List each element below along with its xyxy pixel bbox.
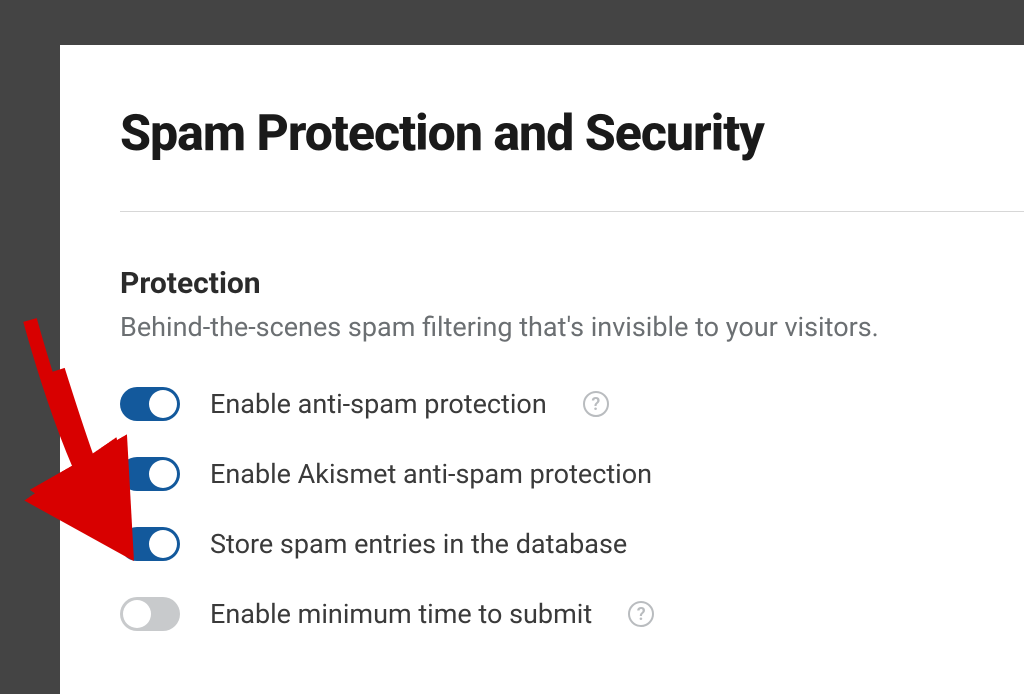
- option-label: Enable minimum time to submit: [210, 598, 592, 630]
- section-heading: Protection: [120, 266, 1024, 301]
- toggle-min-time-submit[interactable]: [120, 597, 180, 631]
- option-anti-spam: Enable anti-spam protection ?: [120, 387, 1024, 421]
- option-label: Enable anti-spam protection: [210, 388, 547, 420]
- section-description: Behind-the-scenes spam filtering that's …: [120, 311, 1024, 343]
- divider: [120, 211, 1024, 212]
- toggle-akismet[interactable]: [120, 457, 180, 491]
- option-label: Store spam entries in the database: [210, 528, 627, 560]
- option-min-time-submit: Enable minimum time to submit ?: [120, 597, 1024, 631]
- option-store-spam: Store spam entries in the database: [120, 527, 1024, 561]
- option-akismet: Enable Akismet anti-spam protection: [120, 457, 1024, 491]
- help-icon[interactable]: ?: [583, 391, 609, 417]
- settings-panel: Spam Protection and Security Protection …: [60, 45, 1024, 694]
- help-icon[interactable]: ?: [628, 601, 654, 627]
- option-label: Enable Akismet anti-spam protection: [210, 458, 652, 490]
- toggle-store-spam[interactable]: [120, 527, 180, 561]
- page-title: Spam Protection and Security: [120, 105, 1024, 163]
- toggle-anti-spam[interactable]: [120, 387, 180, 421]
